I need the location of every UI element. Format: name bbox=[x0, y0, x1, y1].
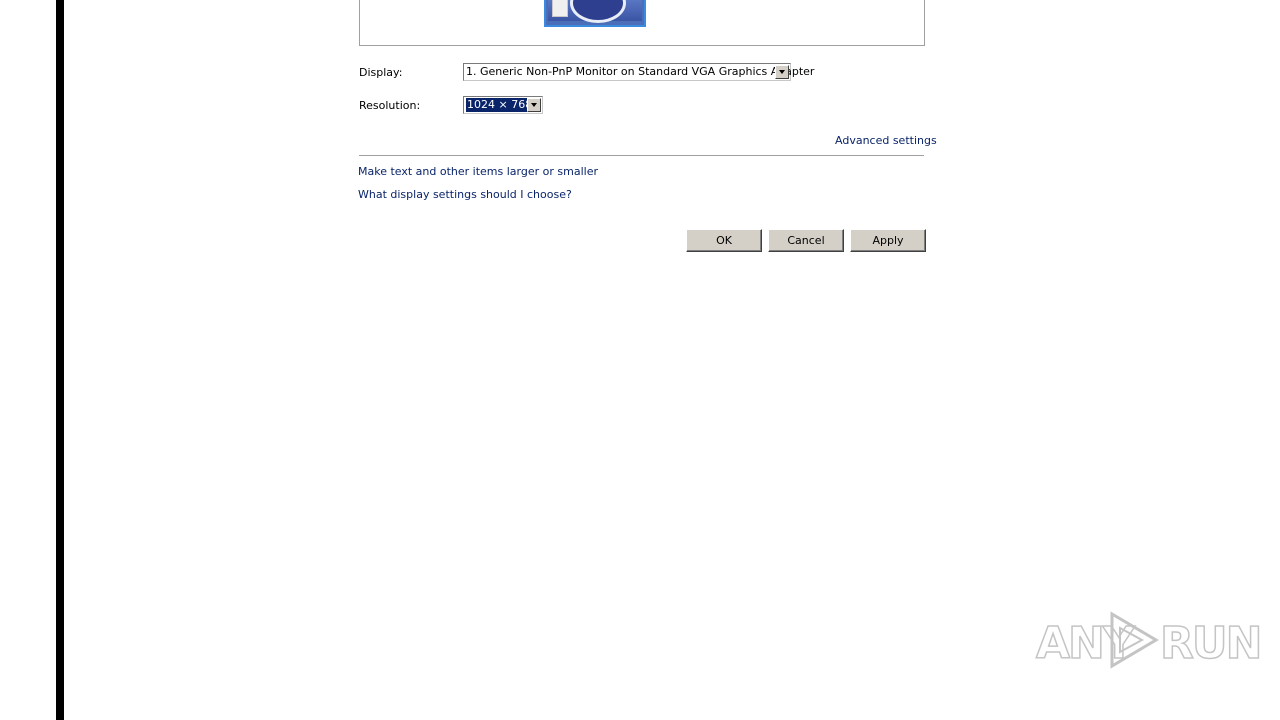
text-size-link[interactable]: Make text and other items larger or smal… bbox=[358, 165, 598, 178]
advanced-settings-link[interactable]: Advanced settings bbox=[835, 134, 937, 147]
monitor-document-icon bbox=[552, 0, 568, 17]
monitor-number-circle bbox=[570, 0, 626, 23]
ok-button[interactable]: OK bbox=[686, 229, 762, 252]
monitor-icon[interactable] bbox=[544, 0, 646, 27]
monitor-screen bbox=[548, 0, 642, 23]
anyrun-watermark: ANY RUN bbox=[1035, 608, 1263, 672]
watermark-right-text: RUN bbox=[1159, 617, 1263, 670]
apply-button[interactable]: Apply bbox=[850, 229, 926, 252]
cancel-button[interactable]: Cancel bbox=[768, 229, 844, 252]
resolution-select[interactable]: 1024 × 768 bbox=[463, 96, 543, 114]
window-edge-bar bbox=[56, 0, 64, 720]
play-icon bbox=[1110, 611, 1159, 669]
display-select-value: 1. Generic Non-PnP Monitor on Standard V… bbox=[466, 65, 815, 78]
divider bbox=[359, 155, 924, 156]
display-help-link[interactable]: What display settings should I choose? bbox=[358, 188, 572, 201]
display-select[interactable]: 1. Generic Non-PnP Monitor on Standard V… bbox=[463, 63, 814, 81]
monitor-preview-area bbox=[359, 0, 925, 46]
chevron-down-icon[interactable] bbox=[775, 65, 789, 79]
resolution-select-value: 1024 × 768 bbox=[464, 97, 535, 113]
chevron-down-icon[interactable] bbox=[527, 98, 541, 112]
resolution-label: Resolution: bbox=[359, 99, 421, 112]
display-label: Display: bbox=[359, 66, 403, 79]
